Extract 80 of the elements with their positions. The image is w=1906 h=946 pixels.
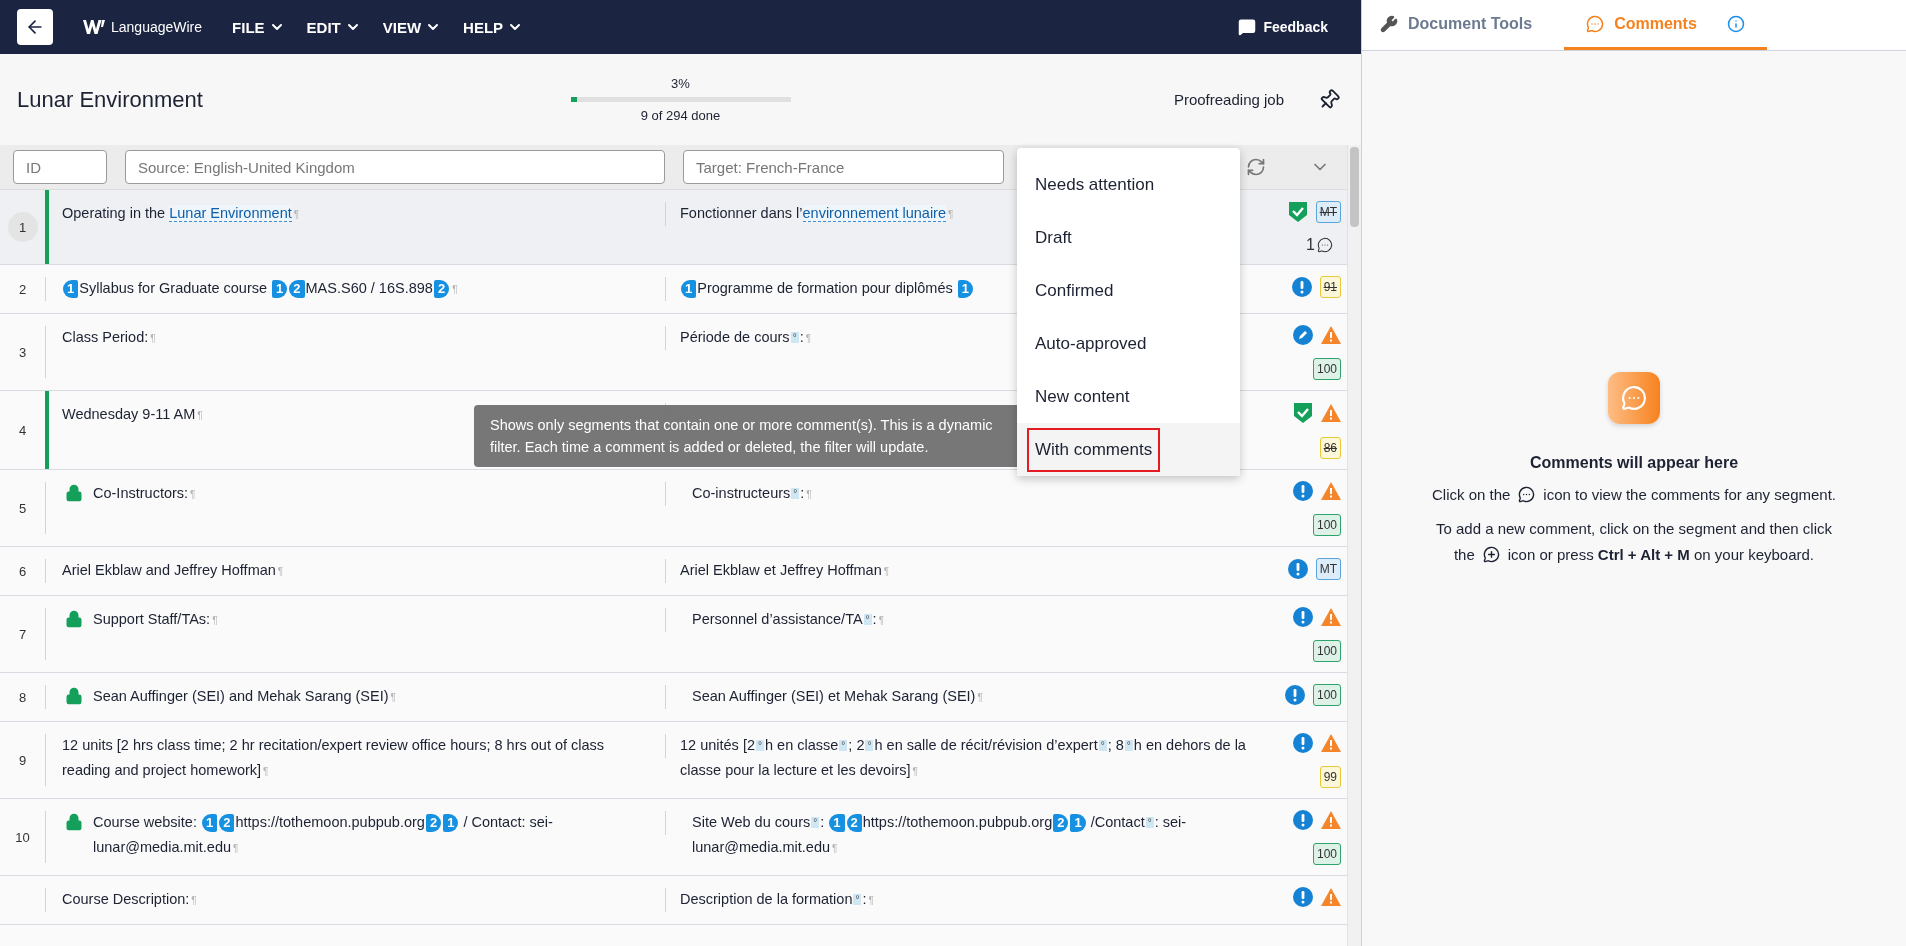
hint-text: To add a new comment, click on the segment and then click <box>1435 518 1832 539</box>
target-text: 1 Programme de formation pour diplômés 1 <box>680 276 974 301</box>
segment-number: 1 <box>7 212 38 242</box>
source-text: Class Period:¶ <box>62 328 156 347</box>
target-text: Sean Auffinger (SEI) et Mehak Sarang (SEI)¶ <box>692 687 983 706</box>
segment-number: 5 <box>18 500 27 516</box>
source-text: 12 units [2 hrs class time; 2 hr recitation/expert review office hours; 8 hrs out of class reading and project homework]¶ <box>62 736 606 780</box>
menu-button[interactable]: VIEW <box>382 14 442 40</box>
segment-number: 10 <box>15 829 30 845</box>
progress-percent: 3% <box>671 76 690 91</box>
empty-state-title: Comments will appear here <box>1529 453 1739 472</box>
source-text: Ariel Ekblaw and Jeffrey Hoffman¶ <box>62 561 284 580</box>
menu-button[interactable]: EDIT <box>306 14 361 40</box>
glossary-term-link[interactable]: Lunar Environment <box>169 205 292 222</box>
comment-icon <box>1586 14 1605 33</box>
refresh-icon <box>1246 157 1266 177</box>
filter-menu-item[interactable]: With comments <box>1017 423 1240 476</box>
comment-icon <box>1317 237 1333 253</box>
target-text: 12 unités [2 ° h en classe ° ; 2 ° h en salle de récit/révision d’expert ° ; 8 ° h en dehors de la classe pour la lecture et les devoirs]¶ <box>680 736 1247 780</box>
segment-number: 8 <box>18 689 27 705</box>
back-button[interactable] <box>17 9 53 45</box>
glossary-term-link[interactable]: environnement lunaire <box>802 205 946 222</box>
match-badge: 100 <box>1312 640 1341 662</box>
add-comment-icon <box>1482 546 1500 563</box>
target-text: Ariel Ekblaw et Jeffrey Hoffman¶ <box>680 561 890 580</box>
target-text: Co-instructeurs ° :¶ <box>692 484 812 503</box>
menu-button[interactable]: HELP <box>463 14 524 40</box>
source-text: 1 Syllabus for Graduate course 1 2 MAS.S60 / 16S.898 2 ¶ <box>62 276 458 302</box>
source-text: Sean Auffinger (SEI) and Mehak Sarang (SEI)¶ <box>93 687 396 706</box>
match-badge: 86 <box>1319 437 1341 459</box>
target-text: Personnel d’assistance/TA ° :¶ <box>692 610 884 629</box>
segment-number: 7 <box>18 626 27 642</box>
target-search-field[interactable]: Target: French-France <box>683 150 1004 184</box>
comments-badge-icon <box>1608 371 1660 424</box>
id-field[interactable]: ID <box>13 150 107 184</box>
document-title: Lunar Environment <box>17 86 204 113</box>
target-text: Fonctionner dans l’environnement lunaire¶ <box>680 204 954 224</box>
source-text: Wednesday 9-11 AM¶ <box>62 405 203 424</box>
info-icon[interactable] <box>1726 14 1745 33</box>
source-search-field[interactable]: Source: English-United Kingdom <box>125 150 665 184</box>
segment-number: 9 <box>18 752 27 768</box>
filter-menu-item[interactable]: Draft <box>1017 211 1240 264</box>
hint-text: icon to view the comments for any segment. <box>1543 484 1836 505</box>
target-text: Site Web du cours ° : 1 2 https://tothemoon.pubpub.org 2 1 /Contact ° : sei-lunar@media.mit.edu¶ <box>692 813 1188 857</box>
message-icon <box>1238 18 1257 36</box>
source-text: Course website: 1 2 https://tothemoon.pubpub.org 2 1 / Contact: sei-lunar@media.mit.edu¶ <box>93 813 554 857</box>
feedback-button[interactable]: Feedback <box>1232 17 1334 37</box>
hint-text: the <box>1453 544 1475 565</box>
segment-number: 4 <box>18 422 27 438</box>
source-text: Course Description:¶ <box>62 890 197 909</box>
filter-menu-item[interactable]: Confirmed <box>1017 264 1240 317</box>
panel-tab[interactable]: Document Tools <box>1380 0 1555 50</box>
segment-number: 2 <box>18 281 27 297</box>
logo-icon <box>83 20 105 34</box>
comment-icon <box>1518 486 1536 503</box>
scrollbar[interactable] <box>1347 145 1361 946</box>
match-badge: 99 <box>1319 766 1341 788</box>
comment-count[interactable]: 1 <box>1306 236 1333 254</box>
filter-menu-item[interactable]: Auto-approved <box>1017 317 1240 370</box>
source-text: Co-Instructors:¶ <box>93 484 196 503</box>
match-badge: 91 <box>1319 276 1341 298</box>
source-text: Operating in the Lunar Environment¶ <box>62 204 300 224</box>
segment-number: 6 <box>18 563 27 579</box>
logo-text: LanguageWire <box>111 19 203 35</box>
progress-caption: 9 of 294 done <box>640 108 721 123</box>
job-type: Proofreading job <box>1173 91 1284 108</box>
match-badge: MT <box>1315 558 1341 580</box>
segment-number: 3 <box>18 344 27 360</box>
match-badge: MT <box>1315 201 1341 223</box>
hint-text: Click on the <box>1432 484 1511 505</box>
source-text: Support Staff/TAs:¶ <box>93 610 218 629</box>
hint-text: icon or press Ctrl + Alt + M on your keyboard. <box>1507 544 1815 565</box>
target-text: Période de cours ° :¶ <box>680 328 812 347</box>
match-badge: 100 <box>1312 684 1341 706</box>
wrench-icon <box>1380 14 1398 33</box>
target-text: Description de la formation ° :¶ <box>680 890 874 909</box>
match-badge: 100 <box>1312 358 1341 380</box>
menu-button[interactable]: FILE <box>232 14 285 40</box>
match-badge: 100 <box>1312 843 1341 865</box>
match-badge: 100 <box>1312 514 1341 536</box>
